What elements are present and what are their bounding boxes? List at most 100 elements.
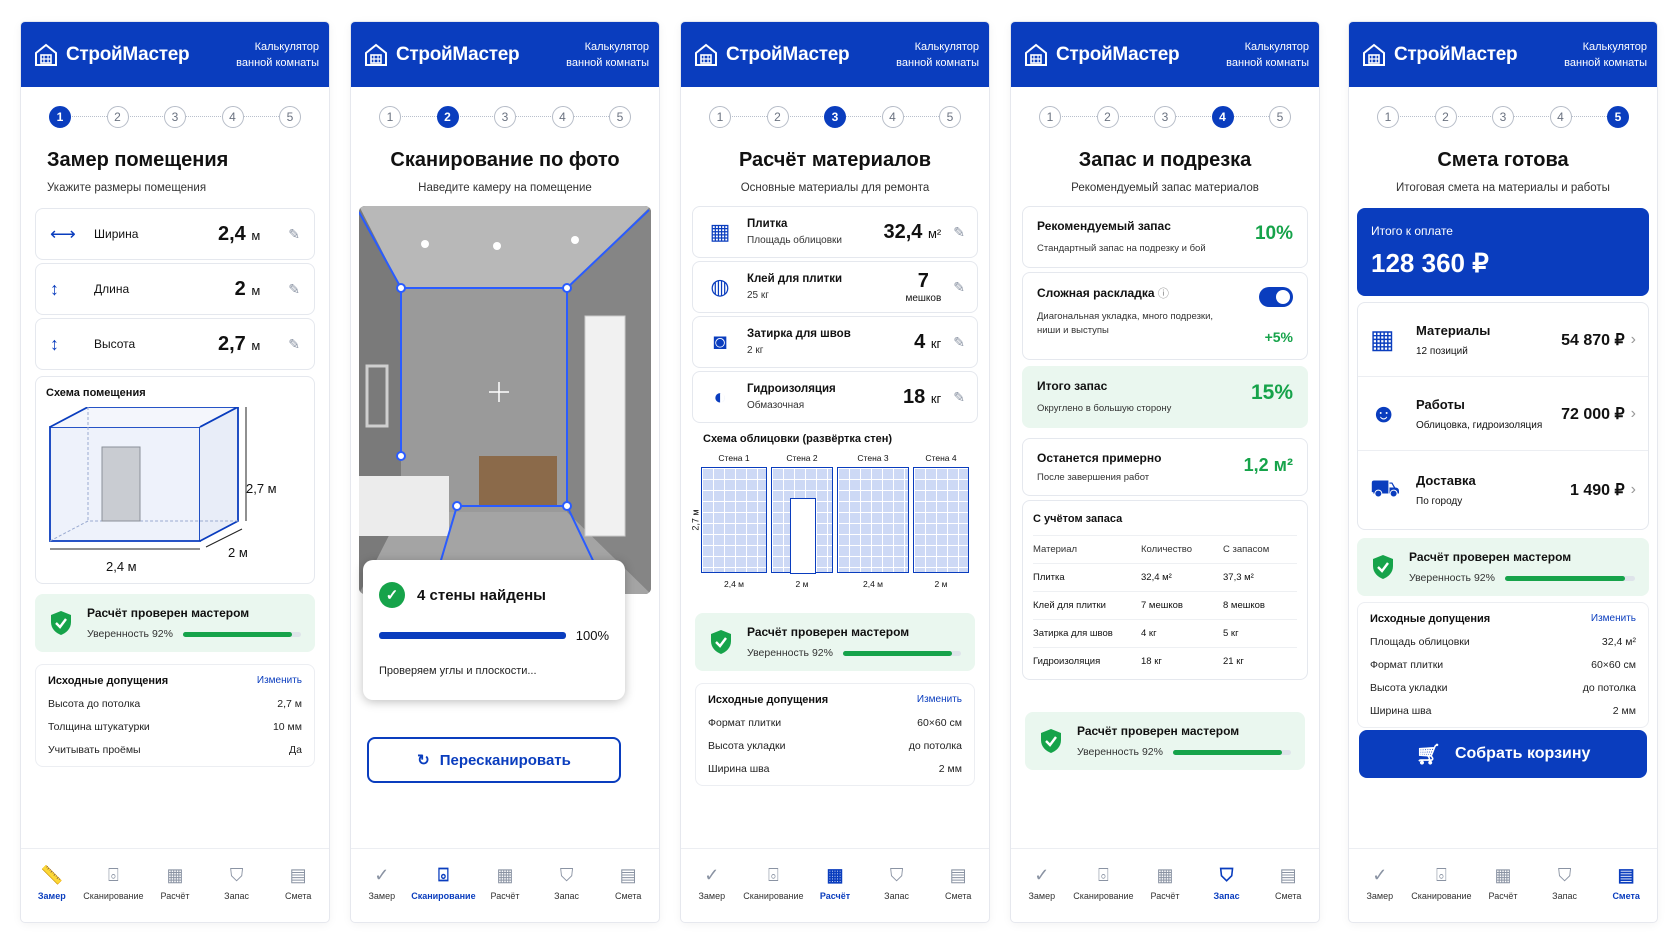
step-2[interactable]: 2 — [1096, 106, 1119, 128]
build-cart-button[interactable]: 🛒︎ Собрать корзину — [1359, 730, 1647, 778]
nav-estimate[interactable]: ▤ Смета — [1598, 865, 1654, 901]
nav-measure[interactable]: 📏 Замер — [24, 865, 80, 901]
material-row-glue[interactable]: ◍ Клей для плитки 25 кг 7 мешков ✎ — [692, 261, 978, 313]
step-5[interactable]: 5 — [609, 106, 631, 128]
nav-reserve[interactable]: ⛉ Запас — [1199, 865, 1255, 901]
scan-icon: ⌻ — [767, 864, 779, 885]
change-link[interactable]: Изменить — [1591, 613, 1636, 625]
document-icon: ▤ — [289, 864, 307, 885]
step-2[interactable]: 2 — [436, 106, 459, 128]
step-3[interactable]: 3 — [1492, 106, 1514, 128]
step-4[interactable]: 4 — [1549, 106, 1572, 128]
check-icon: ✓ — [1372, 864, 1388, 885]
edit-pencil-icon[interactable]: ✎ — [288, 281, 300, 298]
step-3[interactable]: 3 — [164, 106, 186, 128]
material-row-tile[interactable]: ▦ Плитка Площадь облицовки 32,4 м² ✎ — [692, 206, 978, 258]
step-5[interactable]: 5 — [1607, 106, 1629, 128]
nav-reserve[interactable]: ⛉ Запас — [869, 865, 925, 901]
shield-icon: ⛉ — [1557, 864, 1572, 885]
rescan-button[interactable]: ↻ Пересканировать — [367, 737, 621, 783]
nav-scan[interactable]: ⌻ Сканирование — [1411, 865, 1471, 901]
step-4[interactable]: 4 — [881, 106, 904, 128]
step-5[interactable]: 5 — [279, 106, 301, 128]
nav-calc[interactable]: ▦ Расчёт — [477, 865, 533, 901]
change-link[interactable]: Изменить — [917, 694, 962, 706]
screen-calculation: СтройМастер Калькулятор ванной комнаты 1… — [681, 22, 989, 922]
screen-scan: СтройМастер Калькулятор ванной комнаты 1… — [351, 22, 659, 922]
step-4[interactable]: 4 — [551, 106, 574, 128]
step-1[interactable]: 1 — [1377, 106, 1399, 128]
page-subtitle: Основные материалы для ремонта — [740, 182, 930, 194]
table-row: Затирка для швов 4 кг 5 кг — [1033, 619, 1297, 647]
height-icon: ↕ — [50, 333, 59, 354]
edit-pencil-icon[interactable]: ✎ — [953, 389, 965, 406]
nav-calc[interactable]: ▦ Расчёт — [1475, 865, 1531, 901]
width-arrows-icon: ⟷ — [50, 223, 76, 244]
app-header: СтройМастер Калькулятор ванной комнаты — [21, 22, 329, 87]
step-1[interactable]: 1 — [49, 106, 71, 128]
step-1[interactable]: 1 — [379, 106, 401, 128]
scan-icon: ⌻ — [437, 864, 449, 885]
boxes-icon: ▦ — [1370, 324, 1395, 354]
nav-scan[interactable]: ⌻ Сканирование — [83, 865, 143, 901]
step-3[interactable]: 3 — [494, 106, 516, 128]
step-1[interactable]: 1 — [1039, 106, 1061, 128]
width-row[interactable]: ⟷ Ширина 2,4 м ✎ — [35, 208, 315, 260]
app-header: СтройМастер Калькулятор ванной комнаты — [681, 22, 989, 87]
nav-measure[interactable]: ✓ Замер — [684, 865, 740, 901]
app-header: СтройМастер Калькулятор ванной комнаты — [351, 22, 659, 87]
edit-pencil-icon[interactable]: ✎ — [288, 226, 300, 243]
app-header: СтройМастер Калькулятор ванной комнаты — [1011, 22, 1319, 87]
edit-pencil-icon[interactable]: ✎ — [953, 279, 965, 296]
nav-scan[interactable]: ⌻ Сканирование — [411, 864, 475, 901]
step-2[interactable]: 2 — [1434, 106, 1457, 128]
step-3[interactable]: 3 — [824, 106, 846, 128]
nav-scan[interactable]: ⌻ Сканирование — [1073, 864, 1133, 901]
nav-calc[interactable]: ▦ Расчёт — [1137, 865, 1193, 901]
shield-icon: ⛉ — [559, 864, 574, 885]
edit-pencil-icon[interactable]: ✎ — [953, 334, 965, 351]
estimate-row-materials[interactable]: ▦ Материалы 12 позиций 54 870 ₽ › — [1358, 303, 1648, 377]
nav-measure[interactable]: ✓ Замер — [354, 865, 410, 901]
step-5[interactable]: 5 — [939, 106, 961, 128]
step-2[interactable]: 2 — [106, 106, 129, 128]
length-row[interactable]: ↕ Длина 2 м ✎ — [35, 263, 315, 315]
calculator-icon: ▦ — [496, 864, 514, 885]
complex-layout-toggle[interactable] — [1259, 287, 1293, 307]
nav-estimate[interactable]: ▤ Смета — [270, 865, 326, 901]
scan-icon: ⌻ — [1097, 864, 1109, 885]
nav-calc[interactable]: ▦ Расчёт — [807, 865, 863, 901]
change-link[interactable]: Изменить — [257, 675, 302, 687]
step-5[interactable]: 5 — [1269, 106, 1291, 128]
nav-estimate[interactable]: ▤ Смета — [930, 865, 986, 901]
scheme-title: Схема облицовки (развёртка стен) — [703, 433, 893, 445]
nav-measure[interactable]: ✓ Замер — [1352, 865, 1408, 901]
height-row[interactable]: ↕ Высота 2,7 м ✎ — [35, 318, 315, 370]
material-row-grout[interactable]: ◙ Затирка для швов 2 кг 4 кг ✎ — [692, 316, 978, 368]
header-subtitle: Калькулятор ванной комнаты — [1226, 40, 1309, 69]
edit-pencil-icon[interactable]: ✎ — [953, 224, 965, 241]
info-icon[interactable]: ⓘ — [1158, 288, 1169, 300]
step-4[interactable]: 4 — [221, 106, 244, 128]
step-3[interactable]: 3 — [1154, 106, 1176, 128]
nav-reserve[interactable]: ⛉ Запас — [209, 865, 265, 901]
step-2[interactable]: 2 — [766, 106, 789, 128]
material-row-waterproof[interactable]: ◐ Гидроизоляция Обмазочная 18 кг ✎ — [692, 371, 978, 423]
nav-estimate[interactable]: ▤ Смета — [600, 865, 656, 901]
edit-pencil-icon[interactable]: ✎ — [288, 336, 300, 353]
nav-calc[interactable]: ▦ Расчёт — [147, 865, 203, 901]
nav-estimate[interactable]: ▤ Смета — [1260, 865, 1316, 901]
estimate-row-works[interactable]: ☻ Работы Облицовка, гидроизоляция 72 000 ₽ › — [1358, 377, 1648, 451]
estimate-items: ▦ Материалы 12 позиций 54 870 ₽ › ☻ Работы Обл… — [1357, 302, 1649, 530]
wall-height-label: 2,7 м — [690, 509, 701, 531]
estimate-row-delivery[interactable]: ⛟ Доставка По городу 1 490 ₽ › — [1358, 451, 1648, 529]
assumptions-card: Исходные допущения Изменить Высота до пот… — [35, 664, 315, 767]
nav-scan[interactable]: ⌻ Сканирование — [743, 864, 803, 901]
nav-measure[interactable]: ✓ Замер — [1014, 865, 1070, 901]
header-subtitle: Калькулятор ванной комнаты — [566, 40, 649, 69]
nav-reserve[interactable]: ⛉ Запас — [539, 865, 595, 901]
step-1[interactable]: 1 — [709, 106, 731, 128]
nav-reserve[interactable]: ⛉ Запас — [1537, 865, 1593, 901]
step-4[interactable]: 4 — [1211, 106, 1234, 128]
chevron-right-icon: › — [1630, 404, 1636, 422]
